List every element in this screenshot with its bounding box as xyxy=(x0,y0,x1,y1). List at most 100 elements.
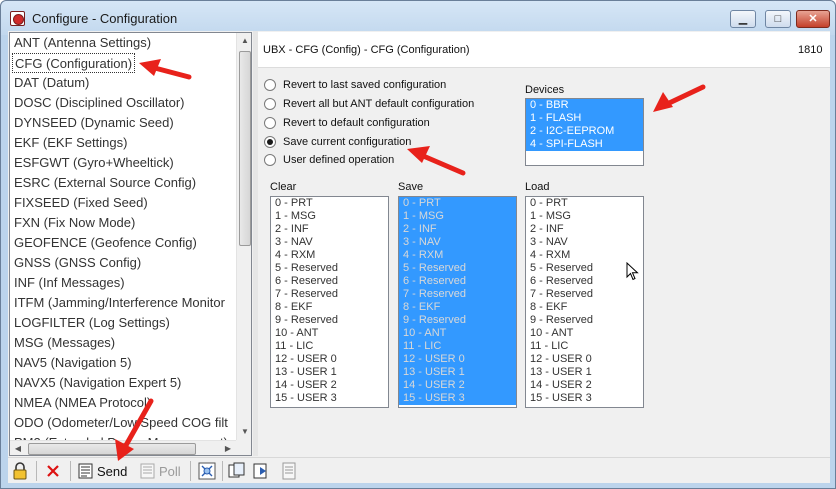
clear-list-item[interactable]: 5 - Reserved xyxy=(271,262,388,275)
clear-listbox[interactable]: 0 - PRT 1 - MSG 2 - INF 3 - NAV 4 - RXM 5 - R… xyxy=(270,196,389,408)
sidebar-item[interactable]: ITFM (Jamming/Interference Monitor xyxy=(14,293,225,313)
save-list-item[interactable]: 7 - Reserved xyxy=(399,288,516,301)
message-list[interactable]: PM2 (Extended Power Management)ODO (Odom… xyxy=(9,32,252,456)
sidebar-item[interactable]: DYNSEED (Dynamic Seed) xyxy=(14,113,174,133)
load-list-item[interactable]: 13 - USER 1 xyxy=(526,366,643,379)
sidebar-item[interactable]: INF (Inf Messages) xyxy=(14,273,125,293)
save-list-item[interactable]: 0 - PRT xyxy=(399,197,516,210)
sidebar-item[interactable]: LOGFILTER (Log Settings) xyxy=(14,313,170,333)
sidebar-item[interactable]: ESRC (External Source Config) xyxy=(14,173,196,193)
scroll-left-icon[interactable]: ◀ xyxy=(10,441,26,455)
sidebar-item[interactable]: GEOFENCE (Geofence Config) xyxy=(14,233,197,253)
devices-list-item[interactable]: 1 - FLASH xyxy=(526,112,643,125)
radio-unchecked-icon[interactable] xyxy=(264,154,276,166)
sidebar-item[interactable]: FIXSEED (Fixed Seed) xyxy=(14,193,148,213)
devices-list-item[interactable]: 0 - BBR xyxy=(526,99,643,112)
save-list-item[interactable]: 5 - Reserved xyxy=(399,262,516,275)
load-list-item[interactable]: 0 - PRT xyxy=(526,197,643,210)
radio-unchecked-icon[interactable] xyxy=(264,117,276,129)
devices-list-item[interactable]: 4 - SPI-FLASH xyxy=(526,138,643,151)
minimize-button[interactable]: ▁ xyxy=(730,10,756,28)
save-list-item[interactable]: 14 - USER 2 xyxy=(399,379,516,392)
clear-list-item[interactable]: 7 - Reserved xyxy=(271,288,388,301)
paste-button[interactable] xyxy=(252,461,270,481)
clear-list-item[interactable]: 11 - LIC xyxy=(271,340,388,353)
radio-checked-icon[interactable] xyxy=(264,136,276,148)
load-list-item[interactable]: 1 - MSG xyxy=(526,210,643,223)
load-list-item[interactable]: 11 - LIC xyxy=(526,340,643,353)
clear-list-item[interactable]: 9 - Reserved xyxy=(271,314,388,327)
scroll-right-icon[interactable]: ▶ xyxy=(220,441,236,455)
radio-option[interactable]: User defined operation xyxy=(264,152,394,168)
maximize-button[interactable]: □ xyxy=(765,10,791,28)
load-list-item[interactable]: 10 - ANT xyxy=(526,327,643,340)
clear-list-item[interactable]: 13 - USER 1 xyxy=(271,366,388,379)
copy-button[interactable] xyxy=(228,461,246,481)
clear-list-item[interactable]: 6 - Reserved xyxy=(271,275,388,288)
save-list-item[interactable]: 8 - EKF xyxy=(399,301,516,314)
radio-option[interactable]: Revert all but ANT default configuration xyxy=(264,96,474,112)
load-list-item[interactable]: 2 - INF xyxy=(526,223,643,236)
save-list-item[interactable]: 6 - Reserved xyxy=(399,275,516,288)
load-list-item[interactable]: 3 - NAV xyxy=(526,236,643,249)
sidebar-item[interactable]: NAVX5 (Navigation Expert 5) xyxy=(14,373,181,393)
delete-button[interactable] xyxy=(46,461,60,481)
load-list-item[interactable]: 4 - RXM xyxy=(526,249,643,262)
radio-option[interactable]: Revert to default configuration xyxy=(264,115,430,131)
radio-unchecked-icon[interactable] xyxy=(264,79,276,91)
scroll-down-icon[interactable]: ▼ xyxy=(237,424,251,440)
load-list-item[interactable]: 15 - USER 3 xyxy=(526,392,643,405)
save-list-item[interactable]: 4 - RXM xyxy=(399,249,516,262)
clear-list-item[interactable]: 8 - EKF xyxy=(271,301,388,314)
load-listbox[interactable]: 0 - PRT 1 - MSG 2 - INF 3 - NAV 4 - RXM 5 - R… xyxy=(525,196,644,408)
clear-list-item[interactable]: 3 - NAV xyxy=(271,236,388,249)
clear-list-item[interactable]: 1 - MSG xyxy=(271,210,388,223)
sidebar-item[interactable]: FXN (Fix Now Mode) xyxy=(14,213,135,233)
sidebar-item[interactable]: DOSC (Disciplined Oscillator) xyxy=(14,93,184,113)
sidebar-item[interactable]: NAV5 (Navigation 5) xyxy=(14,353,132,373)
save-list-item[interactable]: 2 - INF xyxy=(399,223,516,236)
sidebar-item[interactable]: DAT (Datum) xyxy=(14,73,89,93)
load-list-item[interactable]: 12 - USER 0 xyxy=(526,353,643,366)
send-button[interactable]: Send xyxy=(78,461,127,481)
devices-list-item[interactable]: 2 - I2C-EEPROM xyxy=(526,125,643,138)
save-list-item[interactable]: 1 - MSG xyxy=(399,210,516,223)
sidebar-item[interactable]: MSG (Messages) xyxy=(14,333,115,353)
devices-listbox[interactable]: 0 - BBR 1 - FLASH 2 - I2C-EEPROM 4 - SPI-FL… xyxy=(525,98,644,166)
clear-list-item[interactable]: 12 - USER 0 xyxy=(271,353,388,366)
horizontal-scroll-thumb[interactable] xyxy=(28,443,196,455)
sidebar-item[interactable]: ANT (Antenna Settings) xyxy=(14,33,151,53)
save-listbox[interactable]: 0 - PRT 1 - MSG 2 - INF 3 - NAV 4 - RXM 5 - R… xyxy=(398,196,517,408)
save-list-item[interactable]: 15 - USER 3 xyxy=(399,392,516,405)
sidebar-item[interactable]: EKF (EKF Settings) xyxy=(14,133,127,153)
vertical-scroll-thumb[interactable] xyxy=(239,51,251,246)
save-list-item[interactable]: 3 - NAV xyxy=(399,236,516,249)
load-list-item[interactable]: 7 - Reserved xyxy=(526,288,643,301)
horizontal-scrollbar[interactable]: ◀ ▶ xyxy=(10,440,236,455)
radio-unchecked-icon[interactable] xyxy=(264,98,276,110)
clear-list-item[interactable]: 14 - USER 2 xyxy=(271,379,388,392)
save-list-item[interactable]: 9 - Reserved xyxy=(399,314,516,327)
sidebar-item[interactable]: ESFGWT (Gyro+Wheeltick) xyxy=(14,153,174,173)
save-list-item[interactable]: 11 - LIC xyxy=(399,340,516,353)
load-list-item[interactable]: 14 - USER 2 xyxy=(526,379,643,392)
title-bar[interactable]: Configure - Configuration ▁ □ ✕ xyxy=(1,1,835,35)
load-list-item[interactable]: 8 - EKF xyxy=(526,301,643,314)
radio-option[interactable]: Revert to last saved configuration xyxy=(264,77,446,93)
lock-button[interactable] xyxy=(12,461,28,481)
sidebar-item[interactable]: CFG (Configuration) xyxy=(12,53,136,73)
clear-list-item[interactable]: 15 - USER 3 xyxy=(271,392,388,405)
sidebar-item[interactable]: NMEA (NMEA Protocol) xyxy=(14,393,151,413)
clear-list-item[interactable]: 2 - INF xyxy=(271,223,388,236)
sidebar-item[interactable]: ODO (Odometer/Low Speed COG filt xyxy=(14,413,228,433)
clear-list-item[interactable]: 4 - RXM xyxy=(271,249,388,262)
clear-list-item[interactable]: 10 - ANT xyxy=(271,327,388,340)
load-list-item[interactable]: 9 - Reserved xyxy=(526,314,643,327)
save-list-item[interactable]: 13 - USER 1 xyxy=(399,366,516,379)
sidebar-item[interactable]: GNSS (GNSS Config) xyxy=(14,253,141,273)
vertical-scrollbar[interactable]: ▲ ▼ xyxy=(236,33,251,440)
close-button[interactable]: ✕ xyxy=(796,10,830,28)
save-list-item[interactable]: 10 - ANT xyxy=(399,327,516,340)
clear-list-item[interactable]: 0 - PRT xyxy=(271,197,388,210)
radio-option[interactable]: Save current configuration xyxy=(264,134,411,150)
